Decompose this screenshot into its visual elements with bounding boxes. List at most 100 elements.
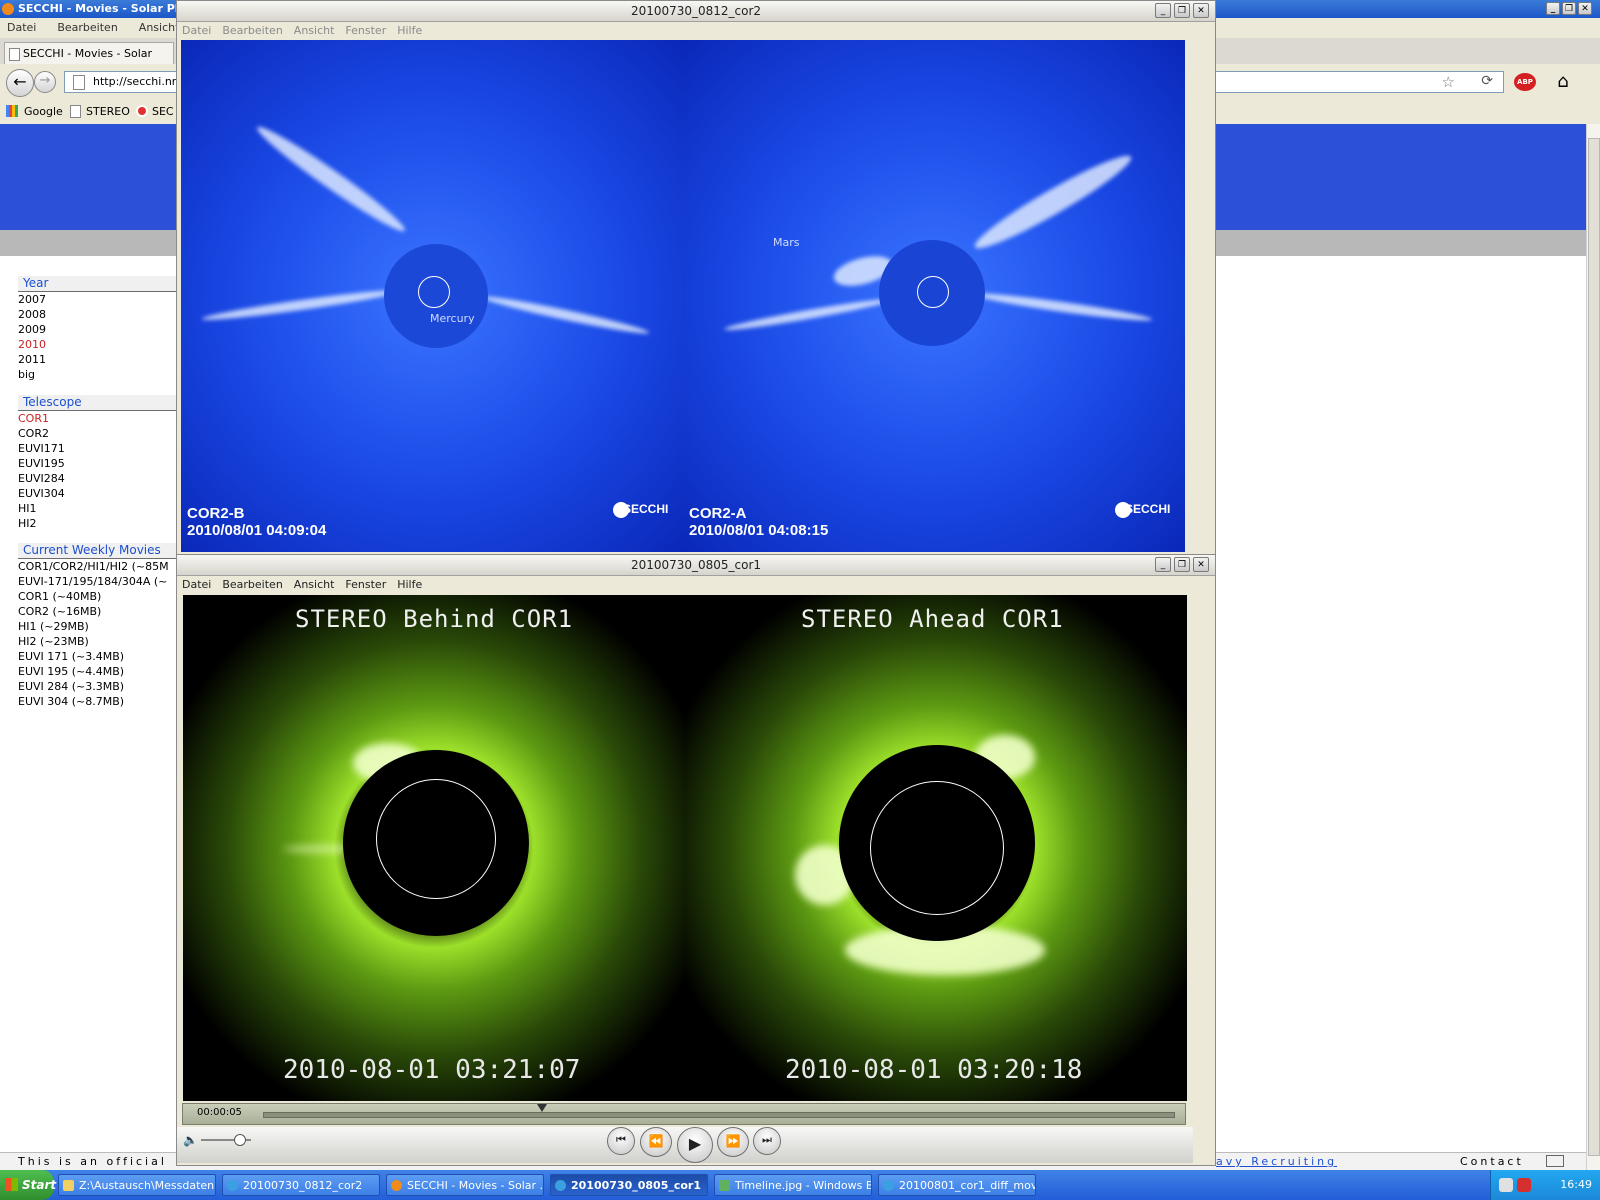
- movie-link[interactable]: HI2 (~23MB): [18, 634, 178, 649]
- taskbar-item-cor2[interactable]: 20100730_0812_cor2: [222, 1174, 380, 1196]
- system-tray: 16:49: [1490, 1170, 1600, 1200]
- taskbar-item-image-viewer[interactable]: Timeline.jpg - Windows B...: [714, 1174, 872, 1196]
- year-link[interactable]: 2009: [18, 322, 46, 337]
- rewind-button[interactable]: ⏪: [640, 1127, 672, 1157]
- year-link[interactable]: big: [18, 367, 46, 382]
- telescope-link[interactable]: EUVI195: [18, 456, 65, 471]
- bookmark-google[interactable]: Google: [24, 105, 63, 118]
- movie-link[interactable]: EUVI 171 (~3.4MB): [18, 649, 178, 664]
- page-icon: [70, 105, 81, 118]
- cor2-a-label: COR2-A: [689, 505, 747, 522]
- skip-to-start-button[interactable]: ⏮: [607, 1127, 635, 1155]
- minimize-button[interactable]: _: [1155, 557, 1171, 572]
- menu-bearbeiten[interactable]: Bearbeiten: [57, 18, 117, 38]
- telescope-link[interactable]: HI2: [18, 516, 65, 531]
- reload-icon[interactable]: ⟳: [1481, 73, 1493, 89]
- year-link[interactable]: 2008: [18, 307, 46, 322]
- start-button[interactable]: Start: [0, 1170, 56, 1200]
- close-button[interactable]: ✕: [1193, 557, 1209, 572]
- windows-taskbar: Start Z:\Austausch\Messdaten... 20100730…: [0, 1170, 1600, 1200]
- google-icon: [6, 105, 18, 117]
- cor2-a-caption: COR2-A 2010/08/01 04:08:15: [689, 505, 828, 539]
- minimize-button[interactable]: _: [1155, 3, 1171, 18]
- year-link[interactable]: 2007: [18, 292, 46, 307]
- tray-icon[interactable]: [1499, 1178, 1513, 1192]
- telescope-link-selected[interactable]: COR1: [18, 411, 65, 426]
- bookmark-stereo[interactable]: STEREO: [86, 105, 130, 118]
- sun-outline-circle: [917, 276, 949, 308]
- close-button[interactable]: ✕: [1578, 2, 1592, 15]
- menu-ansicht[interactable]: Ansicht: [294, 24, 335, 37]
- movie-link[interactable]: EUVI 195 (~4.4MB): [18, 664, 178, 679]
- telescope-link[interactable]: EUVI284: [18, 471, 65, 486]
- taskbar-item-cor1-diff[interactable]: 20100801_cor1_diff_movie: [878, 1174, 1036, 1196]
- cor2-a-timestamp: 2010/08/01 04:08:15: [689, 522, 829, 539]
- movie-link[interactable]: COR1/COR2/HI1/HI2 (~85M: [18, 559, 178, 574]
- menu-hilfe[interactable]: Hilfe: [397, 578, 422, 591]
- movie-link[interactable]: HI1 (~29MB): [18, 619, 178, 634]
- browser-tab[interactable]: SECCHI - Movies - Solar Physics: [4, 42, 174, 82]
- seek-position-marker[interactable]: [537, 1104, 548, 1112]
- menu-bearbeiten[interactable]: Bearbeiten: [222, 578, 282, 591]
- playback-timeline[interactable]: 00:00:05: [182, 1103, 1186, 1125]
- play-button[interactable]: ▶: [677, 1127, 713, 1163]
- taskbar-item-firefox[interactable]: SECCHI - Movies - Solar ...: [386, 1174, 544, 1196]
- elapsed-time: 00:00:05: [197, 1107, 242, 1118]
- home-icon[interactable]: ⌂: [1552, 71, 1574, 93]
- menu-fenster[interactable]: Fenster: [345, 24, 386, 37]
- volume-icon[interactable]: 🔈: [183, 1133, 198, 1147]
- cme-streak: [252, 120, 410, 238]
- movie-link[interactable]: EUVI-171/195/184/304A (~: [18, 574, 178, 589]
- menu-datei[interactable]: Datei: [182, 578, 211, 591]
- fast-forward-button[interactable]: ⏩: [717, 1127, 749, 1157]
- menu-hilfe[interactable]: Hilfe: [397, 24, 422, 37]
- maximize-button[interactable]: ❐: [1562, 2, 1576, 15]
- skip-to-end-button[interactable]: ⏭: [753, 1127, 781, 1155]
- telescope-link[interactable]: EUVI304: [18, 486, 65, 501]
- firefox-icon: [2, 3, 14, 15]
- footer-contact-link[interactable]: Contact: [1460, 1155, 1524, 1168]
- telescope-link[interactable]: COR2: [18, 426, 65, 441]
- volume-slider-knob[interactable]: [233, 1134, 246, 1146]
- seek-track[interactable]: [263, 1104, 1175, 1118]
- movie-link[interactable]: EUVI 304 (~8.7MB): [18, 694, 178, 709]
- movie-link[interactable]: COR2 (~16MB): [18, 604, 178, 619]
- menu-datei[interactable]: Datei: [182, 24, 211, 37]
- taskbar-item-cor1[interactable]: 20100730_0805_cor1: [550, 1174, 708, 1196]
- quicktime-icon: [555, 1180, 566, 1191]
- adblock-icon[interactable]: ABP: [1514, 73, 1536, 91]
- back-button[interactable]: ←: [6, 69, 34, 97]
- page-scrollbar[interactable]: [1586, 124, 1600, 1170]
- maximize-button[interactable]: ❐: [1174, 557, 1190, 572]
- tray-icon[interactable]: [1517, 1178, 1531, 1192]
- scrollbar-thumb[interactable]: [1588, 138, 1600, 1156]
- movie-link[interactable]: COR1 (~40MB): [18, 589, 178, 604]
- telescope-link[interactable]: EUVI171: [18, 441, 65, 456]
- cor2-b-label: COR2-B: [187, 505, 245, 522]
- telescope-link[interactable]: HI1: [18, 501, 65, 516]
- mars-label: Mars: [773, 236, 800, 249]
- close-button[interactable]: ✕: [1193, 3, 1209, 18]
- menu-ansicht[interactable]: Ansicht: [139, 18, 180, 38]
- menu-bearbeiten[interactable]: Bearbeiten: [222, 24, 282, 37]
- taskbar-item-explorer[interactable]: Z:\Austausch\Messdaten...: [58, 1174, 216, 1196]
- cor1-titlebar: 20100730_0805_cor1 _ ❐ ✕: [177, 555, 1215, 576]
- year-list: 2007 2008 2009 2010 2011 big: [18, 292, 46, 382]
- footer-recruiting-link[interactable]: avy Recruiting: [1216, 1155, 1337, 1168]
- bookmark-star-icon[interactable]: ☆: [1442, 73, 1455, 91]
- player-controls: 🔈 ⏮ ⏪ ▶ ⏩ ⏭: [177, 1127, 1193, 1163]
- secchi-logo: SECCHI: [613, 502, 668, 518]
- year-heading: Year: [18, 276, 178, 292]
- cor1-behind-title: STEREO Behind COR1: [295, 605, 574, 633]
- volume-slider-track[interactable]: [201, 1134, 251, 1146]
- year-link-selected[interactable]: 2010: [18, 337, 46, 352]
- maximize-button[interactable]: ❐: [1174, 3, 1190, 18]
- forward-button[interactable]: →: [34, 71, 56, 93]
- menu-ansicht[interactable]: Ansicht: [294, 578, 335, 591]
- bookmark-secchi[interactable]: SEC: [152, 105, 174, 118]
- minimize-button[interactable]: _: [1546, 2, 1560, 15]
- movie-link[interactable]: EUVI 284 (~3.3MB): [18, 679, 178, 694]
- year-link[interactable]: 2011: [18, 352, 46, 367]
- menu-datei[interactable]: Datei: [7, 18, 36, 38]
- menu-fenster[interactable]: Fenster: [345, 578, 386, 591]
